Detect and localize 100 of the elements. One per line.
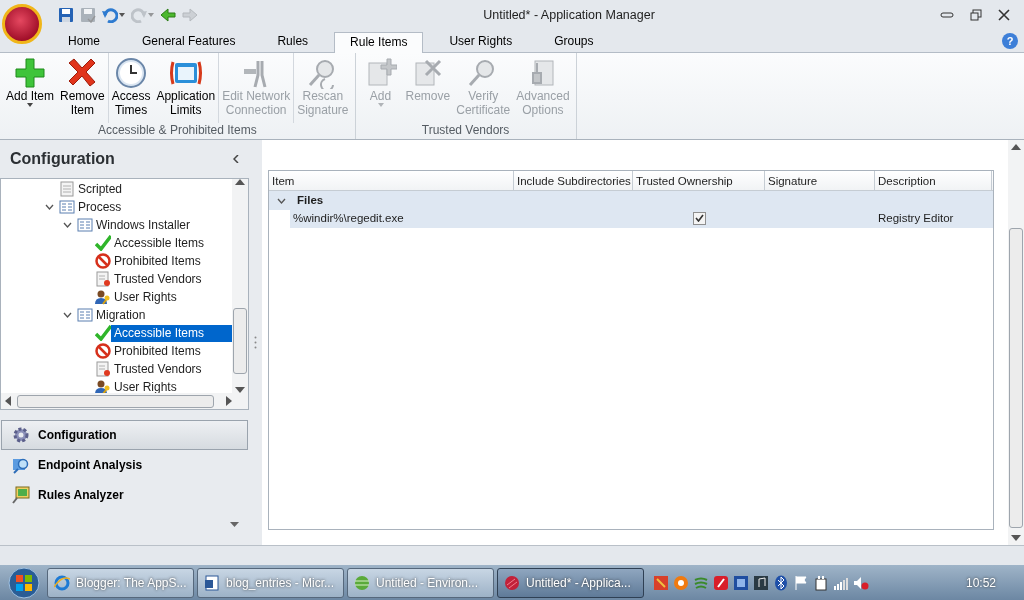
- column-header[interactable]: Description: [875, 171, 992, 190]
- ribbon-tab[interactable]: Home: [52, 31, 116, 52]
- scroll-left-icon[interactable]: [5, 396, 11, 406]
- tree-item[interactable]: Prohibited Items: [111, 252, 204, 270]
- tree-item[interactable]: Trusted Vendors: [111, 360, 205, 378]
- ribbon-tab[interactable]: General Features: [126, 31, 252, 52]
- app-logo-icon: [504, 574, 520, 591]
- list-icon: [77, 217, 93, 233]
- minimize-icon[interactable]: [940, 9, 954, 19]
- undo-icon: [102, 7, 118, 23]
- more-icon[interactable]: [230, 522, 239, 528]
- globe-icon: [354, 574, 370, 591]
- scroll-up-icon[interactable]: [235, 179, 245, 185]
- save-icon: [80, 7, 96, 23]
- table-cell-text: Registry Editor: [877, 211, 955, 227]
- check-icon: [694, 214, 704, 223]
- close-icon[interactable]: [998, 9, 1010, 21]
- list-icon: [59, 199, 75, 215]
- clock-icon: [115, 57, 148, 89]
- list-icon: [77, 307, 93, 323]
- ribbon-tab[interactable]: Groups: [538, 31, 610, 52]
- ribbon-button[interactable]: Access Times: [108, 53, 154, 123]
- plus-icon: [14, 57, 46, 89]
- pane-title: Configuration: [10, 149, 115, 169]
- navigation-button[interactable]: Configuration: [1, 420, 248, 450]
- tree-item[interactable]: User Rights: [111, 288, 180, 306]
- restore-icon[interactable]: [970, 9, 982, 21]
- tray-app-icon[interactable]: [653, 574, 669, 591]
- checkmark-icon: [95, 325, 111, 341]
- user-key-icon: [95, 289, 111, 305]
- caret-icon: [377, 103, 384, 107]
- scroll-thumb[interactable]: [1009, 227, 1023, 528]
- bluetooth-icon[interactable]: [773, 574, 789, 591]
- magnifier-icon: [12, 456, 30, 474]
- expander-icon[interactable]: [44, 204, 54, 210]
- column-header[interactable]: Item: [269, 171, 514, 190]
- ribbon-button[interactable]: Application Limits: [153, 53, 220, 123]
- back-arrow-icon: [160, 7, 176, 23]
- clock: 10:52: [965, 574, 996, 592]
- group-header: Files: [296, 192, 325, 208]
- flag-icon[interactable]: [793, 574, 809, 591]
- document-icon: [204, 574, 220, 591]
- ribbon-tab[interactable]: Rule Items: [334, 32, 424, 53]
- help-button[interactable]: ?: [1002, 33, 1018, 49]
- undo-button[interactable]: [102, 7, 125, 23]
- app-menu-button[interactable]: [2, 4, 42, 44]
- redo-icon: [131, 7, 147, 23]
- checkbox[interactable]: [692, 211, 706, 225]
- column-header[interactable]: Signature: [765, 171, 875, 190]
- back-arrow-button[interactable]: [160, 7, 176, 23]
- window-title: Untitled* - Application Manager: [483, 7, 655, 22]
- tray-app-icon[interactable]: [733, 574, 749, 591]
- tray-app-icon[interactable]: [713, 574, 729, 591]
- navigation-button[interactable]: Rules Analyzer: [1, 480, 248, 510]
- caret-icon: [148, 13, 154, 17]
- ribbon-button[interactable]: Add Item: [3, 53, 58, 123]
- tree-item[interactable]: Process: [75, 198, 125, 216]
- prohibited-icon: [95, 343, 111, 359]
- tree-item[interactable]: Windows Installer: [93, 216, 194, 234]
- tree-item[interactable]: Prohibited Items: [111, 342, 204, 360]
- power-plug-icon[interactable]: [813, 574, 829, 591]
- tree-item[interactable]: User Rights: [111, 378, 180, 393]
- tree-item[interactable]: Accessible Items: [111, 234, 208, 252]
- navigation-button[interactable]: Endpoint Analysis: [1, 450, 248, 480]
- group-label: Trusted Vendors: [420, 123, 511, 139]
- scroll-right-icon[interactable]: [226, 396, 232, 406]
- tree-item[interactable]: Accessible Items: [111, 324, 232, 342]
- ribbon-button[interactable]: Remove Item: [57, 53, 109, 123]
- save-icon: [58, 7, 74, 23]
- ribbon-tab[interactable]: User Rights: [433, 31, 529, 52]
- scroll-down-icon[interactable]: [1011, 535, 1021, 541]
- caret-icon: [27, 103, 33, 107]
- table-cell-text: %windir%\regedit.exe: [292, 211, 405, 227]
- splitter-grip-icon[interactable]: [254, 336, 257, 349]
- expander-icon[interactable]: [62, 222, 72, 228]
- caret-icon: [119, 13, 125, 17]
- expander-icon[interactable]: [277, 197, 286, 204]
- tree-item[interactable]: Trusted Vendors: [111, 270, 205, 288]
- prohibited-icon: [95, 253, 111, 269]
- group-label: Accessible & Prohibited Items: [96, 123, 258, 139]
- column-header[interactable]: Include Subdirectories: [514, 171, 633, 190]
- scroll-thumb[interactable]: [233, 308, 247, 374]
- scroll-up-icon[interactable]: [1011, 144, 1021, 150]
- document-icon: [59, 181, 75, 197]
- collapse-icon[interactable]: [233, 155, 239, 163]
- scroll-thumb[interactable]: [17, 394, 214, 408]
- expander-icon[interactable]: [62, 312, 72, 318]
- tree-item[interactable]: Scripted: [75, 180, 126, 198]
- browser-icon: [54, 574, 70, 591]
- gear-icon: [12, 426, 30, 444]
- windows-logo-icon: [7, 565, 41, 600]
- save-button[interactable]: [58, 7, 74, 23]
- document-icon: [95, 361, 111, 377]
- tree-item[interactable]: Migration: [93, 306, 149, 324]
- forward-arrow-icon: [182, 7, 198, 23]
- ribbon-tab[interactable]: Rules: [261, 31, 325, 52]
- checkmark-icon: [95, 235, 111, 251]
- tray-app-icon[interactable]: [673, 574, 689, 591]
- column-header[interactable]: Trusted Ownership: [633, 171, 765, 190]
- music-icon[interactable]: [753, 574, 769, 591]
